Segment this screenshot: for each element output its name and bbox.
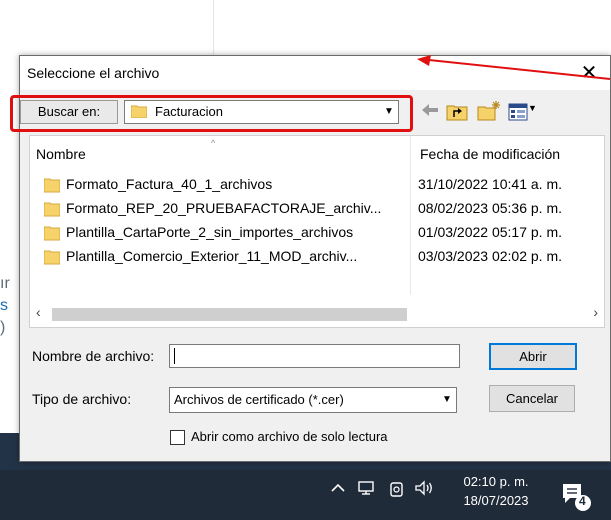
file-date: 03/03/2023 02:02 p. m. xyxy=(418,248,562,264)
clock-time: 02:10 p. m. xyxy=(463,474,529,489)
file-list[interactable]: ^ Nombre Fecha de modificación Formato_F… xyxy=(29,135,605,328)
file-name: Plantilla_CartaPorte_2_sin_importes_arch… xyxy=(66,224,354,240)
horizontal-scrollbar[interactable]: ‹ › xyxy=(30,303,604,326)
file-name: Formato_REP_20_PRUEBAFACTORAJE_archiv... xyxy=(66,200,382,216)
up-folder-icon[interactable] xyxy=(446,102,468,125)
scrollbar-thumb[interactable] xyxy=(52,308,407,321)
cancel-button[interactable]: Cancelar xyxy=(489,385,575,412)
view-menu-chevron-icon[interactable]: ▼ xyxy=(528,103,537,113)
folder-icon xyxy=(43,249,61,268)
chevron-down-icon[interactable]: ▼ xyxy=(438,388,456,412)
list-item[interactable]: Formato_Factura_40_1_archivos 31/10/2022… xyxy=(43,174,604,196)
folder-icon xyxy=(43,225,61,244)
file-date: 08/02/2023 05:36 p. m. xyxy=(418,200,562,216)
column-header-name[interactable]: Nombre xyxy=(36,146,86,162)
scroll-left-icon[interactable]: ‹ xyxy=(36,304,41,320)
dialog-toolbar: ▼ xyxy=(420,101,540,123)
readonly-label: Abrir como archivo de solo lectura xyxy=(191,429,388,444)
filetype-label: Tipo de archivo: xyxy=(32,391,132,407)
readonly-checkbox[interactable] xyxy=(170,430,185,445)
annotation-arrow-icon xyxy=(417,55,611,80)
column-header-date[interactable]: Fecha de modificación xyxy=(420,146,560,162)
notification-badge: 4 xyxy=(579,494,586,508)
notification-center-icon[interactable]: 4 xyxy=(559,480,593,512)
volume-icon[interactable] xyxy=(414,480,434,501)
file-date: 01/03/2022 05:17 p. m. xyxy=(418,224,562,240)
list-item[interactable]: Plantilla_CartaPorte_2_sin_importes_arch… xyxy=(43,222,604,244)
text-caret xyxy=(174,348,175,364)
dialog-title: Seleccione el archivo xyxy=(27,65,160,81)
file-name: Plantilla_Comercio_Exterior_11_MOD_archi… xyxy=(66,248,358,264)
clock-date: 18/07/2023 xyxy=(463,493,529,508)
filename-label: Nombre de archivo: xyxy=(32,348,155,364)
highlight-annotation xyxy=(10,95,413,132)
system-clock[interactable]: 02:10 p. m. 18/07/2023 xyxy=(457,472,535,510)
filetype-value: Archivos de certificado (*.cer) xyxy=(174,392,344,407)
background-window xyxy=(0,0,611,60)
battery-plug-icon[interactable] xyxy=(389,480,405,503)
open-file-dialog: Seleccione el archivo ✕ Buscar en: Factu… xyxy=(10,55,611,462)
view-menu-icon[interactable] xyxy=(508,103,528,124)
list-item[interactable]: Plantilla_Comercio_Exterior_11_MOD_archi… xyxy=(43,246,604,268)
network-icon[interactable] xyxy=(358,480,376,501)
chevron-up-icon[interactable] xyxy=(330,480,346,501)
file-date: 31/10/2022 10:41 a. m. xyxy=(418,176,562,192)
back-arrow-icon[interactable] xyxy=(420,101,440,124)
background-text-fragment: ır s ) xyxy=(0,275,10,336)
folder-icon xyxy=(43,201,61,220)
file-name: Formato_Factura_40_1_archivos xyxy=(66,176,273,192)
open-button[interactable]: Abrir xyxy=(489,343,577,370)
background-divider xyxy=(213,0,214,60)
new-folder-icon[interactable] xyxy=(477,101,501,124)
filename-input[interactable] xyxy=(169,344,460,368)
filetype-dropdown[interactable]: Archivos de certificado (*.cer) ▼ xyxy=(169,387,457,413)
folder-icon xyxy=(43,177,61,196)
scroll-right-icon[interactable]: › xyxy=(593,304,598,320)
sort-caret-icon: ^ xyxy=(211,138,216,148)
list-item[interactable]: Formato_REP_20_PRUEBAFACTORAJE_archiv...… xyxy=(43,198,604,220)
